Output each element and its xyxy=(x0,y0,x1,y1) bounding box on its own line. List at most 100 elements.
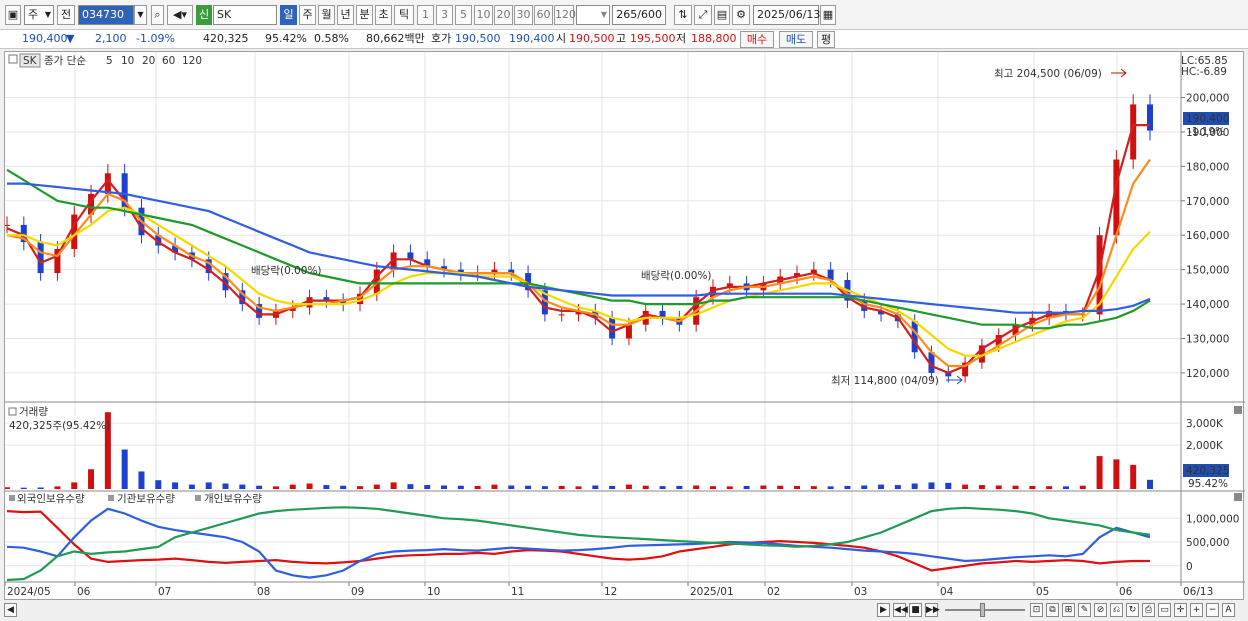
x-label: 08 xyxy=(257,586,270,598)
volume-bar xyxy=(71,482,78,489)
window-icon[interactable]: ▭ xyxy=(1158,603,1171,617)
low-label: 저 xyxy=(676,32,687,45)
fast-forward-icon[interactable]: ▶▶ xyxy=(925,603,940,617)
panel-close-icon xyxy=(1234,406,1242,414)
dividend-label-1: 배당락(0.00%) xyxy=(251,265,322,277)
save-icon[interactable]: ▤ xyxy=(714,5,730,25)
ma-line-5 xyxy=(6,124,1150,375)
copy-icon[interactable]: ⧉ xyxy=(1046,603,1059,617)
volume-bar xyxy=(541,486,548,489)
period-month-button[interactable]: 월 xyxy=(318,5,335,25)
window-icon[interactable]: ▣ xyxy=(5,5,21,25)
x-label: 06/13 xyxy=(1183,586,1213,598)
interval-20-button[interactable]: 20 xyxy=(494,5,513,25)
x-label: 07 xyxy=(158,586,171,598)
volume-bar xyxy=(373,484,380,489)
volume-bar xyxy=(155,480,162,489)
volume-bar xyxy=(1012,485,1019,489)
date-field[interactable]: 2025/06/13 xyxy=(753,5,820,25)
speaker-icon[interactable]: ◀▾ xyxy=(167,5,193,25)
period-week-button[interactable]: 주 xyxy=(299,5,316,25)
crosshair-icon[interactable]: ✛ xyxy=(1174,603,1187,617)
volume-bar xyxy=(239,484,246,489)
y-label: 3,000K xyxy=(1186,418,1224,430)
tool-icon[interactable]: ✎ xyxy=(1078,603,1091,617)
interval-30-button[interactable]: 30 xyxy=(514,5,533,25)
y-label: 2,000K xyxy=(1186,440,1224,452)
link-icon[interactable]: ⊘ xyxy=(1094,603,1107,617)
search-icon[interactable]: ⌕ xyxy=(151,5,164,25)
new-badge: 신 xyxy=(196,5,212,25)
crosshair-icon[interactable]: ⤢ xyxy=(694,5,712,25)
current-price: 190,400 xyxy=(22,32,68,45)
layout-icon[interactable]: ⊡ xyxy=(1030,603,1043,617)
y-label: 1,000,000 xyxy=(1186,513,1239,525)
sell-button[interactable]: 매도 xyxy=(779,31,813,48)
chart-settings-icon[interactable]: ⇅ xyxy=(674,5,692,25)
zoom-slider-track[interactable] xyxy=(945,609,1025,611)
toolbar: ▣ 주 ▼ 전 034730 ▼ ⌕ ◀▾ 신 SK 일 주 월 년 분 초 틱 … xyxy=(0,0,1248,30)
stop-icon[interactable]: ■ xyxy=(909,603,922,617)
legend-ma120: 120 xyxy=(182,55,202,67)
volume-bar xyxy=(794,485,801,489)
refresh-icon[interactable]: ↻ xyxy=(1126,603,1139,617)
period-type-select[interactable]: 주 ▼ xyxy=(24,5,54,25)
zoom-in-icon[interactable]: + xyxy=(1190,603,1203,617)
period-second-button[interactable]: 초 xyxy=(375,5,392,25)
volume-bar xyxy=(844,485,851,489)
hc-label: HC:-6.89 xyxy=(1181,66,1227,78)
candle-body xyxy=(625,324,632,339)
volume-bar xyxy=(272,486,279,489)
period-day-button[interactable]: 일 xyxy=(280,5,297,25)
interval-3-button[interactable]: 3 xyxy=(436,5,453,25)
legend-ma5: 5 xyxy=(106,55,113,67)
volume-bar xyxy=(457,485,464,489)
eval-button[interactable]: 평 xyxy=(817,31,835,48)
gear-icon[interactable]: ⚙ xyxy=(732,5,750,25)
interval-1-button[interactable]: 1 xyxy=(417,5,434,25)
change-percent: -1.09% xyxy=(136,32,175,45)
scroll-right-icon[interactable]: ▶ xyxy=(877,603,890,617)
interval-5-button[interactable]: 5 xyxy=(455,5,472,25)
volume-bar xyxy=(625,484,632,489)
period-tick-button[interactable]: 틱 xyxy=(394,5,414,25)
stock-code-input[interactable]: 034730 xyxy=(78,5,134,25)
legend-marker-icon xyxy=(195,495,201,501)
bid-price-1: 190,500 xyxy=(455,32,501,45)
volume-bar xyxy=(1147,479,1153,489)
interval-custom-select[interactable]: ▼ xyxy=(576,5,610,25)
print-icon[interactable]: ⎙ xyxy=(1142,603,1155,617)
volume-ratio: 95.42% xyxy=(265,32,307,45)
interval-10-button[interactable]: 10 xyxy=(474,5,493,25)
period-year-button[interactable]: 년 xyxy=(337,5,354,25)
calendar-icon[interactable]: ▦ xyxy=(820,5,836,25)
stock-name-field[interactable]: SK xyxy=(213,5,277,25)
zoom-slider-thumb[interactable] xyxy=(980,603,985,617)
compare-icon[interactable]: ⊞ xyxy=(1062,603,1075,617)
zoom-out-icon[interactable]: − xyxy=(1206,603,1219,617)
volume-bar xyxy=(4,487,10,489)
x-label: 06 xyxy=(1119,586,1133,598)
chart-area[interactable]: 200,000 190,000 180,000 170,000 160,000 150,0… xyxy=(4,51,1245,601)
volume-bar xyxy=(861,485,868,489)
font-size-icon[interactable]: A xyxy=(1222,603,1235,617)
chevron-down-icon[interactable]: ▼ xyxy=(134,5,147,25)
interval-60-button[interactable]: 60 xyxy=(534,5,553,25)
trade-amount: 80,662백만 xyxy=(366,32,425,45)
candle-body xyxy=(558,314,565,316)
x-label: 11 xyxy=(511,586,524,598)
period-minute-button[interactable]: 분 xyxy=(356,5,373,25)
x-label: 12 xyxy=(604,586,617,598)
chart-canvas[interactable]: 200,000190,000180,000170,000160,000150,0… xyxy=(4,52,1245,601)
ma-line-20 xyxy=(7,206,1151,357)
volume-bar xyxy=(172,482,179,489)
interval-120-button[interactable]: 120 xyxy=(554,5,576,25)
history-icon[interactable]: ⎌ xyxy=(1110,603,1123,617)
max-arrow-icon xyxy=(1111,68,1127,78)
scroll-left-icon[interactable]: ◀ xyxy=(4,603,17,617)
prev-button[interactable]: 전 xyxy=(57,5,75,25)
rewind-icon[interactable]: ◀◀ xyxy=(893,603,908,617)
count-field[interactable]: 265/600 xyxy=(612,5,666,25)
buy-button[interactable]: 매수 xyxy=(740,31,774,48)
volume-bar xyxy=(659,486,666,489)
